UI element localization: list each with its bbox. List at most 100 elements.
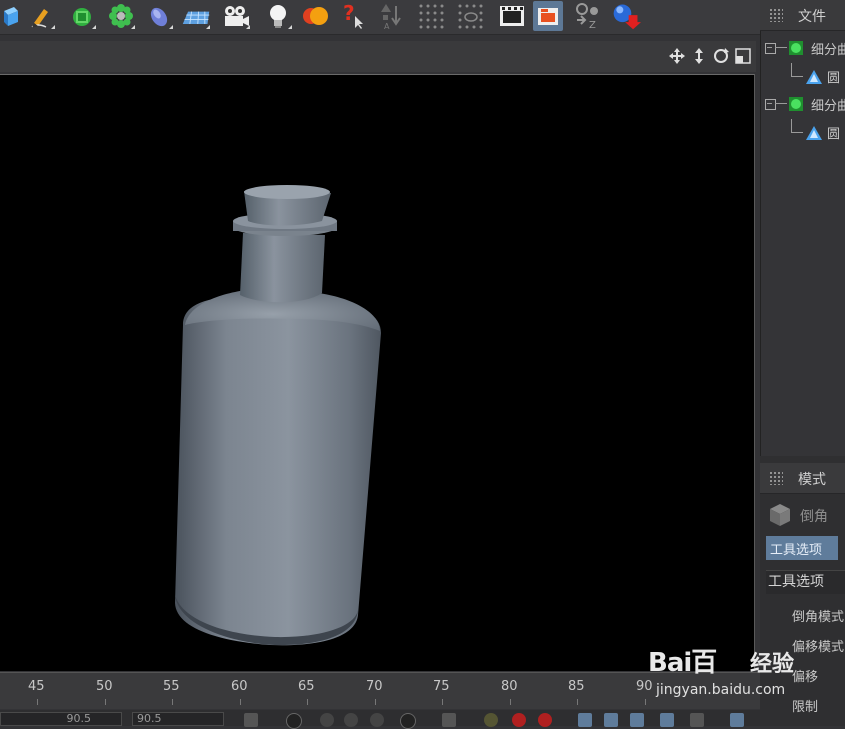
go-end-icon[interactable] [442, 713, 456, 727]
cloner-icon[interactable] [106, 1, 136, 31]
record-active-icon[interactable] [512, 713, 526, 727]
watermark-text: 经验 [750, 652, 795, 677]
polygon-object-icon [806, 126, 822, 140]
objects-menu-file[interactable]: 文件 [798, 6, 826, 26]
panel-grip-icon[interactable] [769, 471, 783, 485]
viewport-nav-icons [668, 47, 752, 65]
tree-item[interactable]: 细分曲 [761, 35, 845, 61]
rotate-view-icon[interactable] [712, 47, 730, 65]
light-icon[interactable] [263, 1, 293, 31]
tree-connector [791, 76, 803, 77]
subdivision-icon [789, 97, 803, 111]
tree-item[interactable]: 圆 [761, 119, 845, 145]
tick-mark [442, 699, 443, 705]
subdivision-icon [789, 41, 803, 55]
bottle-model [175, 185, 381, 646]
collapse-icon[interactable] [765, 99, 776, 110]
panel-grip-icon[interactable] [769, 8, 783, 22]
camera-icon[interactable] [221, 1, 251, 31]
svg-text:Z: Z [589, 20, 596, 30]
help-icon[interactable]: ? [337, 1, 367, 31]
timeline-tick: 45 [28, 679, 45, 694]
collapse-minus [767, 47, 772, 48]
tree-item-label: 细分曲 [811, 99, 845, 114]
material-icon[interactable] [301, 1, 331, 31]
section-title: 工具选项 [766, 570, 845, 594]
move-view-icon[interactable] [668, 47, 686, 65]
dots-alt-icon[interactable] [456, 1, 486, 31]
tree-connector [791, 132, 803, 133]
watermark-url: jingyan.baidu.com [656, 682, 786, 698]
attr-bevel-mode: 倒角模式 [792, 610, 845, 625]
objects-tree: 细分曲 圆 细分曲 圆 [760, 31, 845, 456]
prev-frame-icon[interactable] [320, 713, 334, 727]
tick-mark [105, 699, 106, 705]
bevel-tool-icon [770, 504, 790, 526]
subdivision-icon[interactable] [67, 1, 97, 31]
tree-connector [791, 63, 792, 76]
svg-text:A: A [384, 22, 390, 30]
maximize-view-icon[interactable] [734, 47, 752, 65]
tree-connector [775, 47, 787, 48]
floor-icon[interactable] [181, 1, 211, 31]
render-settings-icon[interactable] [533, 1, 563, 31]
record-icon[interactable] [400, 713, 416, 729]
tree-connector [775, 103, 787, 104]
tab-tool-options[interactable]: 工具选项 [766, 536, 838, 560]
tick-mark [577, 699, 578, 705]
key-move-icon[interactable] [578, 713, 592, 727]
tick-mark [37, 699, 38, 705]
frame-field-end[interactable]: 90.5 [132, 712, 224, 726]
deformer-icon[interactable] [144, 1, 174, 31]
tree-item-label: 细分曲 [811, 43, 845, 58]
key-pla-icon[interactable] [690, 713, 704, 727]
3d-viewport[interactable] [0, 74, 755, 671]
key-rotate-icon[interactable] [604, 713, 618, 727]
export-icon[interactable] [611, 1, 641, 31]
pen-icon[interactable] [26, 1, 56, 31]
auto-record-icon[interactable] [538, 713, 552, 727]
timeline-tick: 65 [298, 679, 315, 694]
attributes-menu-mode[interactable]: 模式 [798, 469, 826, 489]
tree-item[interactable]: 圆 [761, 63, 845, 89]
go-start-icon[interactable] [244, 713, 258, 727]
objects-panel-header: 文件 [760, 0, 845, 31]
timeline-tick: 50 [96, 679, 113, 694]
right-panels: 文件 细分曲 圆 细分曲 圆 模式 倒角 工具选项 工具选项 倒角模式 偏移模式… [760, 0, 845, 726]
dots-icon[interactable] [417, 1, 447, 31]
watermark-logo: Bai百 [648, 648, 717, 678]
timeline-ruler[interactable]: 45 50 55 60 65 70 75 80 85 90 [0, 672, 760, 709]
scheme-icon[interactable] [730, 713, 744, 727]
tree-item-label: 圆 [827, 127, 841, 142]
spline-icon[interactable]: A [378, 1, 408, 31]
constraint-icon[interactable]: Z [573, 1, 603, 31]
timeline-tick: 85 [568, 679, 585, 694]
timeline-tick: 55 [163, 679, 180, 694]
render-view-icon[interactable] [497, 1, 527, 31]
collapse-minus [767, 103, 772, 104]
record-key-icon[interactable] [286, 713, 302, 729]
tick-mark [172, 699, 173, 705]
tool-name: 倒角 [800, 509, 828, 525]
tick-mark [240, 699, 241, 705]
collapse-icon[interactable] [765, 43, 776, 54]
svg-text:?: ? [343, 2, 355, 25]
key-param-icon[interactable] [660, 713, 674, 727]
play-icon[interactable] [344, 713, 358, 727]
polygon-object-icon [806, 70, 822, 84]
baidu-watermark: Bai百 经验 jingyan.baidu.com [648, 636, 845, 706]
key-scale-icon[interactable] [630, 713, 644, 727]
frame-field-start[interactable]: 90.5 [0, 712, 122, 726]
zoom-view-icon[interactable] [690, 47, 708, 65]
tree-connector [791, 119, 792, 132]
tick-mark [307, 699, 308, 705]
autokey-icon[interactable] [484, 713, 498, 727]
tree-item[interactable]: 细分曲 [761, 91, 845, 117]
tree-item-label: 圆 [827, 71, 841, 86]
timeline-tick: 80 [501, 679, 518, 694]
tick-mark [375, 699, 376, 705]
timeline-tick: 75 [433, 679, 450, 694]
timeline-tick: 60 [231, 679, 248, 694]
playback-controls: 90.5 90.5 [0, 710, 760, 729]
next-frame-icon[interactable] [370, 713, 384, 727]
